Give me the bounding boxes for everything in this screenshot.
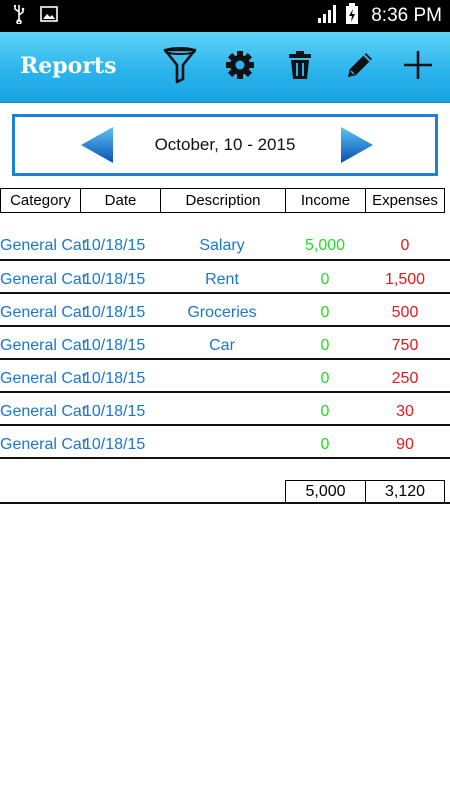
filter-icon (162, 46, 198, 89)
next-period-button[interactable] (337, 125, 377, 165)
cell-date: 10/18/15 (83, 436, 146, 453)
cell-description: Car (209, 337, 235, 354)
cell-expense: 1,500 (384, 271, 426, 288)
action-bar: Reports (0, 32, 450, 103)
cell-category: General Cat (0, 436, 87, 453)
cell-category: General Cat (0, 370, 87, 387)
column-header-date[interactable]: Date (80, 188, 161, 213)
totals-divider (0, 502, 450, 504)
status-bar: 8:36 PM (0, 0, 450, 32)
cell-category: General Cat (0, 237, 87, 254)
cell-category: General Cat (0, 304, 87, 321)
arrow-right-icon (337, 127, 377, 169)
cell-date: 10/18/15 (83, 304, 146, 321)
cell-income: 5,000 (304, 237, 346, 254)
usb-icon (12, 4, 26, 29)
column-header-income[interactable]: Income (285, 188, 366, 213)
cell-date: 10/18/15 (83, 271, 146, 288)
cell-income: 0 (320, 403, 330, 420)
add-button[interactable] (398, 47, 438, 87)
cell-date: 10/18/15 (83, 337, 146, 354)
cell-description: Rent (205, 271, 239, 288)
column-header-description[interactable]: Description (160, 188, 286, 213)
cell-category: General Cat (0, 337, 87, 354)
cell-expense: 30 (396, 403, 414, 420)
column-header-expenses[interactable]: Expenses (365, 188, 445, 213)
image-icon (40, 5, 58, 27)
cell-expense: 0 (400, 237, 410, 254)
cell-description: Groceries (187, 304, 257, 321)
signal-icon (317, 4, 339, 29)
pencil-icon (344, 49, 376, 86)
cell-income: 0 (320, 436, 330, 453)
cell-expense: 750 (391, 337, 419, 354)
total-expenses: 3,120 (365, 480, 445, 503)
cell-date: 10/18/15 (83, 237, 146, 254)
cell-expense: 250 (391, 370, 419, 387)
table-row[interactable]: General Cat 10/18/15 Rent 0 1,500 (0, 261, 450, 294)
trash-icon (288, 50, 312, 85)
battery-icon (345, 2, 359, 30)
cell-expense: 500 (391, 304, 419, 321)
cell-description: Salary (199, 237, 245, 254)
cell-category: General Cat (0, 403, 87, 420)
cell-income: 0 (320, 304, 330, 321)
filter-button[interactable] (160, 46, 200, 89)
cell-income: 0 (320, 337, 330, 354)
cell-income: 0 (320, 370, 330, 387)
table-row[interactable]: General Cat 10/18/15 0 90 (0, 426, 450, 459)
cell-date: 10/18/15 (83, 403, 146, 420)
table-row[interactable]: General Cat 10/18/15 0 30 (0, 393, 450, 426)
table-row[interactable]: General Cat 10/18/15 Salary 5,000 0 (0, 227, 450, 261)
table-row[interactable]: General Cat 10/18/15 Car 0 750 (0, 327, 450, 360)
delete-button[interactable] (280, 47, 320, 87)
date-selector: October, 10 - 2015 (12, 114, 438, 176)
total-income: 5,000 (285, 480, 366, 503)
table-row[interactable]: General Cat 10/18/15 0 250 (0, 360, 450, 393)
cell-income: 0 (320, 271, 330, 288)
plus-icon (402, 49, 434, 86)
column-header-category[interactable]: Category (0, 188, 81, 213)
settings-button[interactable] (220, 47, 260, 87)
gear-icon (225, 50, 255, 85)
page-title: Reports (20, 53, 117, 79)
clock: 8:36 PM (371, 5, 442, 26)
cell-date: 10/18/15 (83, 370, 146, 387)
cell-expense: 90 (396, 436, 414, 453)
edit-button[interactable] (340, 47, 380, 87)
table-row[interactable]: General Cat 10/18/15 Groceries 0 500 (0, 294, 450, 327)
cell-category: General Cat (0, 271, 87, 288)
